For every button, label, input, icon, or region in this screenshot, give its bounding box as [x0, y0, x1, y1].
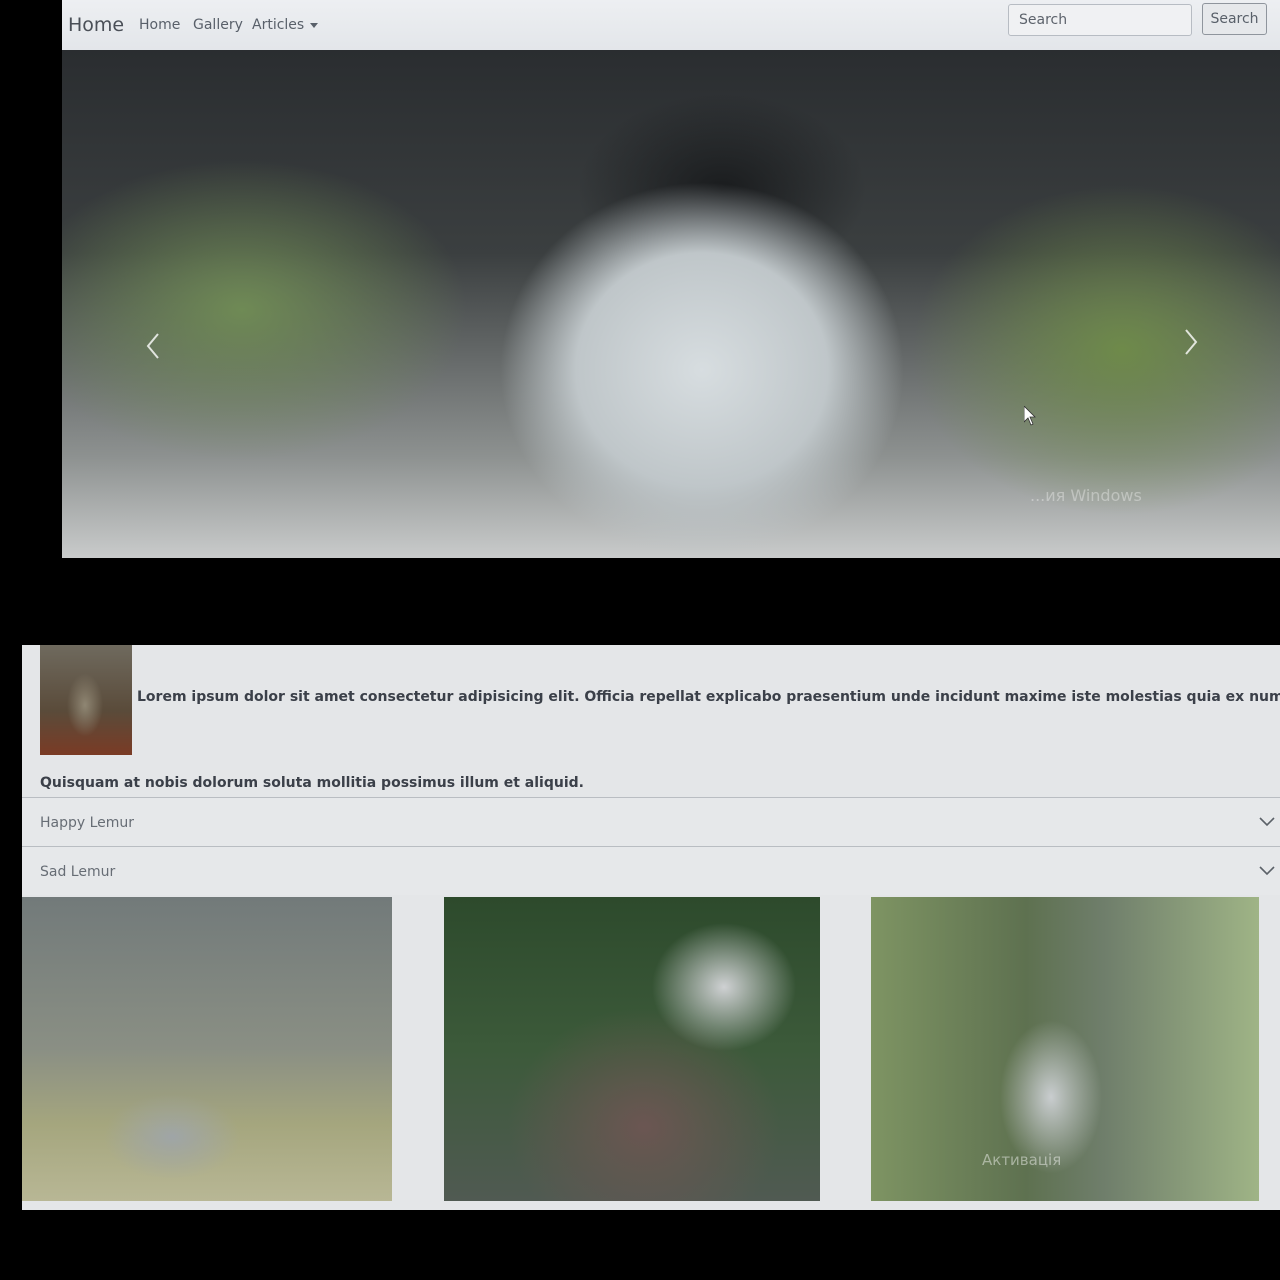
navbar: Home Home Gallery Articles Search: [62, 0, 1280, 50]
caret-down-icon: [310, 22, 319, 28]
accordion-item-happy-lemur[interactable]: Happy Lemur: [22, 797, 1280, 846]
media-object: Lorem ipsum dolor sit amet consectetur a…: [22, 645, 1280, 795]
top-screen-photo: Home Home Gallery Articles Search ...ия …: [62, 0, 1280, 558]
accordion-header-label: Happy Lemur: [40, 815, 135, 831]
chevron-down-icon: [1259, 866, 1275, 876]
article-lead-text: Lorem ipsum dolor sit amet consectetur a…: [137, 689, 1280, 705]
chevron-down-icon: [1259, 817, 1275, 827]
carousel-image: ...ия Windows: [62, 50, 1280, 558]
chevron-right-icon: [1185, 329, 1198, 355]
nav-link-gallery[interactable]: Gallery: [193, 17, 243, 33]
nav-dropdown-articles[interactable]: Articles: [252, 17, 319, 33]
carousel-prev-control[interactable]: [134, 316, 174, 376]
bottom-screen-photo: Lorem ipsum dolor sit amet consectetur a…: [22, 645, 1280, 1210]
nav-link-home[interactable]: Home: [139, 17, 180, 33]
windows-activation-watermark: ...ия Windows: [1030, 486, 1142, 505]
article-follow-text: Quisquam at nobis dolorum soluta molliti…: [40, 775, 584, 791]
windows-activation-watermark: Активація: [982, 1151, 1062, 1169]
accordion-item-sad-lemur[interactable]: Sad Lemur: [22, 846, 1280, 895]
search-button[interactable]: Search: [1202, 3, 1267, 35]
search-input[interactable]: [1008, 4, 1192, 36]
gallery-image-2[interactable]: [444, 897, 820, 1201]
gallery-image-3[interactable]: [871, 897, 1259, 1201]
accordion-header-label: Sad Lemur: [40, 864, 116, 880]
lemur-thumbnail-image: [40, 645, 132, 755]
chevron-left-icon: [146, 333, 159, 359]
nav-link-articles-label: Articles: [252, 17, 305, 33]
mouse-cursor-icon: [1024, 406, 1036, 426]
carousel-next-control[interactable]: [1170, 312, 1210, 372]
navbar-brand[interactable]: Home: [68, 14, 124, 36]
gallery-image-1[interactable]: [22, 897, 392, 1201]
